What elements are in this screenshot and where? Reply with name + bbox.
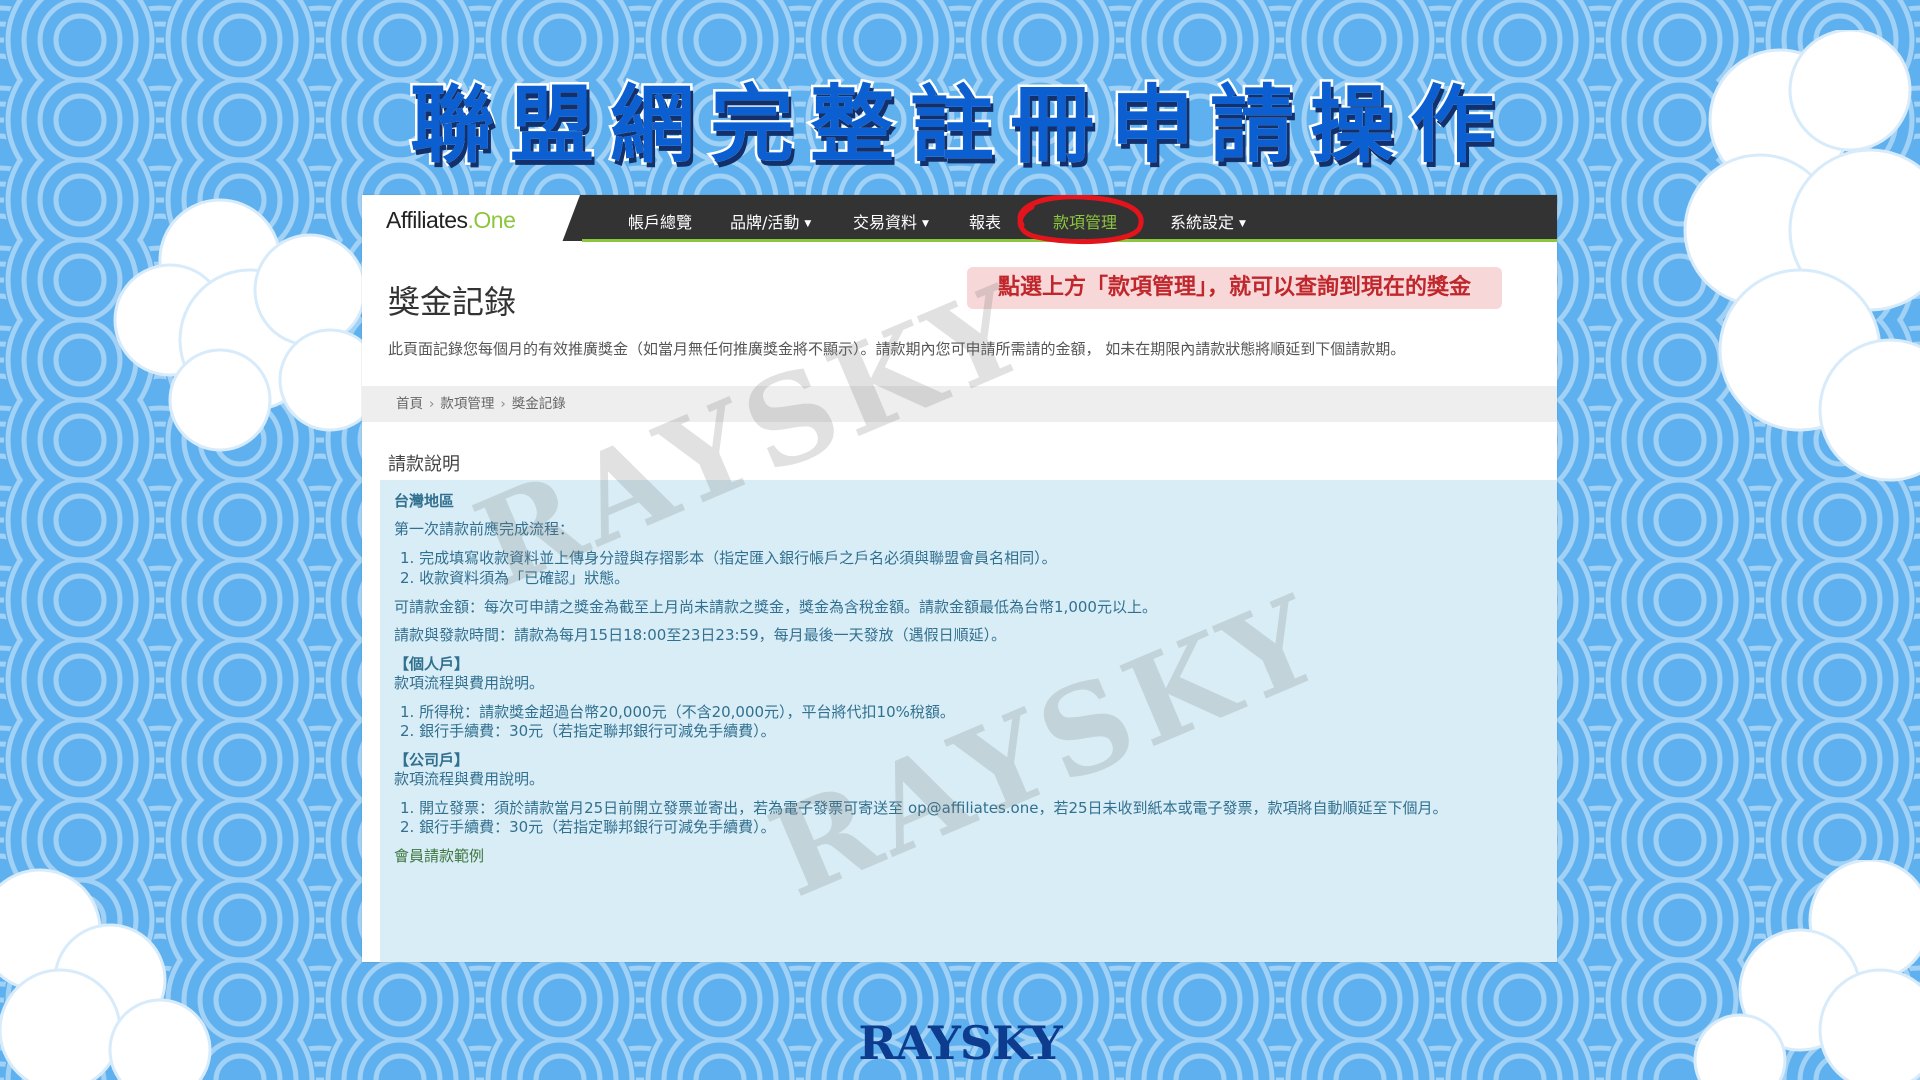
company-item: 2. 銀行手續費：30元（若指定聯邦銀行可減免手續費）。 bbox=[400, 818, 776, 836]
breadcrumb-payment-management[interactable]: 款項管理 bbox=[440, 396, 494, 412]
nav-item-account-overview[interactable]: 帳戶總覽 bbox=[628, 209, 692, 233]
member-request-example-link[interactable]: 會員請款範例 bbox=[394, 845, 484, 866]
first-time-step: 2. 收款資料須為「已確認」狀態。 bbox=[400, 569, 630, 587]
amount-rule: 可請款金額：每次可申請之獎金為截至上月尚未請款之獎金，獎金為含稅金額。請款金額最… bbox=[394, 598, 1157, 616]
red-highlight-circle bbox=[1017, 195, 1144, 245]
individual-sub: 款項流程與費用說明。 bbox=[394, 674, 545, 692]
schedule-rule: 請款與發款時間：請款為每月15日18:00至23日23:59，每月最後一天發放（… bbox=[394, 626, 1007, 644]
affiliates-one-logo[interactable]: Affiliates.One bbox=[386, 207, 516, 234]
caret-down-icon: ▼ bbox=[1239, 219, 1246, 229]
breadcrumb-home[interactable]: 首頁 bbox=[396, 396, 423, 412]
instruction-callout: 點選上方「款項管理」，就可以查詢到現在的獎金 bbox=[967, 267, 1502, 309]
logo-area: Affiliates.One bbox=[362, 195, 580, 241]
individual-item: 1. 所得稅：請款獎金超過台幣20,000元（不含20,000元），平台將代扣1… bbox=[400, 703, 955, 721]
nav-item-brands-campaigns[interactable]: 品牌/活動 ▼ bbox=[730, 209, 811, 233]
raysky-logo: RAYSKY bbox=[858, 1016, 1062, 1070]
individual-item: 2. 銀行手續費：30元（若指定聯邦銀行可減免手續費）。 bbox=[400, 722, 776, 740]
page-intro-text: 此頁面記錄您每個月的有效推廣獎金（如當月無任何推廣獎金將不顯示）。請款期內您可申… bbox=[388, 340, 1406, 358]
company-item: 1. 開立發票：須於請款當月25日前開立發票並寄出，若為電子發票可寄送至 op@… bbox=[400, 799, 1448, 817]
company-heading: 【公司戶】 bbox=[394, 751, 470, 769]
section-title: 請款說明 bbox=[388, 454, 460, 475]
slide-headline: 聯盟網完整註冊申請操作 bbox=[407, 74, 1510, 177]
caret-down-icon: ▼ bbox=[922, 219, 929, 229]
top-navbar: Affiliates.One 帳戶總覽 品牌/活動 ▼ 交易資料 ▼ 報表 款項管理… bbox=[362, 195, 1557, 242]
cloud-left bbox=[113, 198, 382, 452]
first-time-step: 1. 完成填寫收款資料並上傳身分證與存摺影本（指定匯入銀行帳戶之戶名必須與聯盟會… bbox=[400, 549, 1057, 567]
first-time-heading: 第一次請款前應完成流程： bbox=[394, 520, 575, 538]
payment-info-panel: 台灣地區 第一次請款前應完成流程： 1. 完成填寫收款資料並上傳身分證與存摺影本… bbox=[380, 480, 1557, 962]
breadcrumb: 首頁 › 款項管理 › 獎金記錄 bbox=[362, 386, 1557, 422]
caret-down-icon: ▼ bbox=[804, 219, 812, 229]
nav-item-transactions[interactable]: 交易資料 ▼ bbox=[853, 209, 929, 233]
chevron-right-icon: › bbox=[429, 396, 435, 412]
individual-heading: 【個人戶】 bbox=[394, 655, 470, 673]
page-title: 獎金記錄 bbox=[388, 283, 517, 321]
chevron-right-icon: › bbox=[500, 396, 506, 412]
company-sub: 款項流程與費用說明。 bbox=[394, 770, 545, 788]
nav-item-reports[interactable]: 報表 bbox=[969, 209, 1001, 233]
nav-item-system-settings[interactable]: 系統設定 ▼ bbox=[1170, 209, 1246, 233]
region-heading: 台灣地區 bbox=[394, 492, 455, 510]
breadcrumb-current: 獎金記錄 bbox=[511, 396, 566, 412]
affiliates-page-screenshot: Affiliates.One 帳戶總覽 品牌/活動 ▼ 交易資料 ▼ 報表 款項管理… bbox=[362, 195, 1557, 962]
